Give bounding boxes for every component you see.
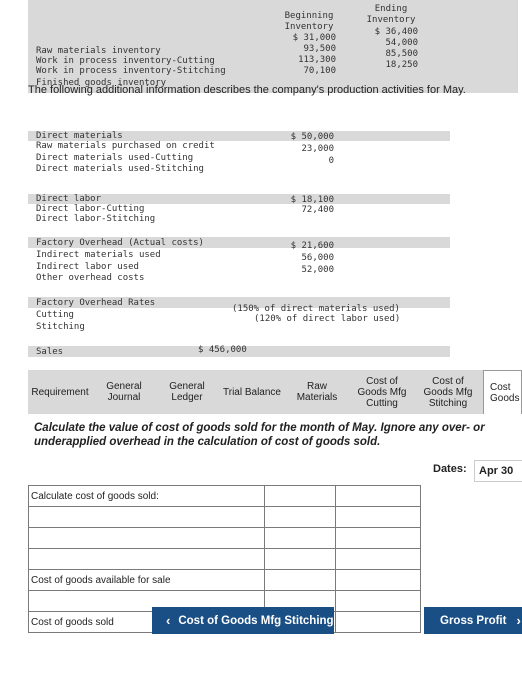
tab-cost-goods-mfg-stitching[interactable]: Cost of Goods Mfg Stitching: [416, 370, 480, 414]
table-row: Calculate cost of goods sold:: [28, 485, 421, 507]
dm-row-label: Direct materials used-Stitching: [36, 164, 204, 174]
cogs-header: Calculate cost of goods sold:: [28, 485, 265, 507]
cogs-input[interactable]: [335, 611, 421, 633]
cogs-input[interactable]: [264, 527, 336, 549]
dl-row-label: Direct labor-Cutting: [36, 204, 145, 214]
dates-label: Dates:: [433, 463, 467, 475]
tab-requirement[interactable]: Requirement: [28, 370, 92, 414]
dates-value: Apr 30: [474, 460, 522, 482]
rate-row-value: (150% of direct materials used): [232, 304, 400, 314]
prev-button-label: Cost of Goods Mfg Stitching: [178, 614, 334, 627]
dm-row-value: 23,000: [301, 144, 334, 154]
tab-general-ledger[interactable]: General Ledger: [156, 370, 218, 414]
overhead-actual-title: Factory Overhead (Actual costs): [36, 238, 204, 248]
dl-row-value: 72,400: [301, 205, 334, 215]
tab-cost-goods-sold[interactable]: Cost Goods: [483, 370, 522, 414]
cogs-input[interactable]: [28, 527, 265, 549]
cogs-input[interactable]: [335, 527, 421, 549]
oh-row-value: 56,000: [301, 253, 334, 263]
intro-text: The following additional information des…: [28, 84, 466, 96]
beginning-value: $ 31,000: [292, 33, 336, 43]
cogs-input[interactable]: [264, 569, 336, 591]
prev-button[interactable]: ‹ Cost of Goods Mfg Stitching: [152, 607, 334, 634]
cogs-input[interactable]: [335, 590, 421, 612]
rate-row-value: (120% of direct labor used): [254, 314, 401, 324]
sales-label: Sales: [36, 347, 64, 357]
tab-general-journal[interactable]: General Journal: [94, 370, 154, 414]
ending-value: 85,500: [385, 49, 418, 59]
inventory-row-wip-stitching: Work in process inventory-Stitching: [36, 66, 226, 76]
chevron-left-icon: ‹: [166, 613, 171, 628]
cogs-input[interactable]: [28, 506, 265, 528]
cogs-input[interactable]: [264, 506, 336, 528]
cogs-input[interactable]: [264, 548, 336, 570]
instruction-text: Calculate the value of cost of goods sol…: [34, 422, 485, 448]
dm-row-value: $ 50,000: [290, 132, 334, 142]
table-cell: [264, 485, 336, 507]
next-button[interactable]: Gross Profit ›: [424, 607, 522, 634]
oh-row-value: $ 21,600: [290, 241, 334, 251]
cogs-input[interactable]: [335, 548, 421, 570]
table-row: [28, 527, 421, 549]
rate-row-label: Stitching: [36, 322, 85, 332]
dl-row-label: Direct labor-Stitching: [36, 214, 156, 224]
cogs-input[interactable]: [335, 506, 421, 528]
dm-row-value: 0: [328, 156, 334, 166]
oh-row-label: Other overhead costs: [36, 273, 145, 283]
cost-available-label: Cost of goods available for sale: [28, 569, 265, 591]
inventory-row-raw: Raw materials inventory: [36, 46, 161, 56]
next-button-label: Gross Profit: [440, 614, 507, 627]
dl-row-value: $ 18,100: [290, 195, 334, 205]
dm-row-label: Direct materials used-Cutting: [36, 153, 194, 163]
rate-row-label: Cutting: [36, 310, 74, 320]
beginning-header: Beginning Inventory: [284, 11, 334, 32]
dm-row-label: Raw materials purchased on credit: [36, 141, 215, 151]
ending-value: 18,250: [385, 60, 418, 70]
table-row: [28, 506, 421, 528]
direct-materials-title: Direct materials: [36, 131, 123, 141]
direct-labor-title: Direct labor: [36, 194, 102, 204]
table-cell: [335, 485, 421, 507]
ending-value: $ 36,400: [374, 27, 418, 37]
beginning-value: 113,300: [298, 55, 336, 65]
tab-trial-balance[interactable]: Trial Balance: [220, 370, 284, 414]
oh-row-label: Indirect labor used: [36, 262, 139, 272]
inventory-row-wip-cutting: Work in process inventory-Cutting: [36, 56, 215, 66]
table-row: Cost of goods available for sale: [28, 569, 421, 591]
tab-raw-materials[interactable]: Raw Materials: [286, 370, 348, 414]
oh-row-label: Indirect materials used: [36, 250, 161, 260]
oh-row-value: 52,000: [301, 265, 334, 275]
tab-cost-goods-mfg-cutting[interactable]: Cost of Goods Mfg Cutting: [350, 370, 414, 414]
table-row: [28, 548, 421, 570]
cogs-input[interactable]: [335, 569, 421, 591]
ending-value: 54,000: [385, 38, 418, 48]
ending-header: Ending Inventory: [366, 4, 416, 25]
beginning-value: 93,500: [303, 44, 336, 54]
sales-value: $ 456,000: [198, 345, 247, 355]
overhead-rates-title: Factory Overhead Rates: [36, 298, 156, 308]
beginning-value: 70,100: [303, 66, 336, 76]
chevron-right-icon: ›: [516, 613, 521, 628]
cogs-input[interactable]: [28, 548, 265, 570]
